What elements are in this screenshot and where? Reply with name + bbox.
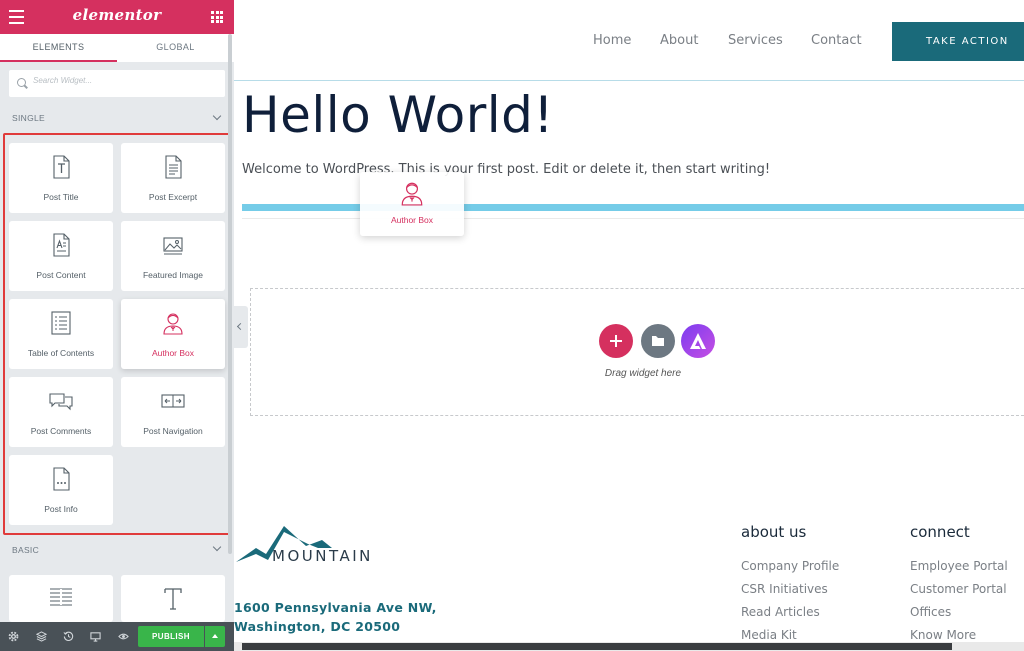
footer-logo-text: MOUNTAIN	[272, 547, 373, 565]
nav-home[interactable]: Home	[593, 33, 631, 48]
elementor-logo: elementor	[72, 6, 162, 24]
panel-header: elementor	[0, 0, 234, 34]
folder-icon	[652, 336, 664, 346]
featured-image-icon	[163, 237, 183, 255]
widget-label: Author Box	[151, 348, 195, 358]
nav-about[interactable]: About	[660, 33, 698, 48]
collapse-panel-button[interactable]	[234, 306, 248, 348]
footer-link-media-kit[interactable]: Media Kit	[741, 628, 797, 642]
dragging-author-box-widget[interactable]: Author Box	[360, 172, 464, 236]
footer-link-company-profile[interactable]: Company Profile	[741, 559, 839, 573]
widget-post-navigation[interactable]: Post Navigation	[121, 377, 225, 447]
chevron-down-icon[interactable]	[212, 542, 222, 552]
widget-post-comments[interactable]: Post Comments	[9, 377, 113, 447]
widget-post-info[interactable]: Post Info	[9, 455, 113, 525]
table-of-contents-icon	[51, 311, 71, 335]
navigator-icon[interactable]	[36, 631, 47, 642]
widget-label: Post Excerpt	[148, 192, 198, 202]
post-navigation-icon	[161, 394, 185, 408]
widget-post-content[interactable]: Post Content	[9, 221, 113, 291]
search-widget-box	[9, 70, 225, 97]
publish-button[interactable]: PUBLISH	[138, 626, 204, 647]
drop-zone-text: Drag widget here	[604, 368, 682, 379]
widget-featured-image[interactable]: Featured Image	[121, 221, 225, 291]
dragging-widget-label: Author Box	[390, 215, 434, 225]
nav-contact[interactable]: Contact	[811, 33, 862, 48]
elementor-panel: elementor ELEMENTS GLOBAL SINGLE Post Ti…	[0, 0, 234, 651]
take-action-button[interactable]: TAKE ACTION	[892, 22, 1024, 61]
post-excerpt: Welcome to WordPress. This is your first…	[242, 162, 771, 177]
page-preview: Home About Services Contact TAKE ACTION …	[234, 0, 1024, 651]
post-excerpt-icon	[165, 155, 182, 179]
widget-label: Post Navigation	[143, 426, 203, 436]
footer-link-know-more[interactable]: Know More	[910, 628, 976, 642]
chevron-down-icon[interactable]	[212, 111, 222, 121]
post-content-icon	[53, 233, 70, 257]
astra-logo-icon	[690, 333, 706, 349]
post-title-icon	[53, 155, 70, 179]
about-us-title: about us	[741, 523, 807, 541]
settings-icon[interactable]	[8, 631, 19, 642]
widget-label: Table of Contents	[27, 348, 95, 358]
search-widget-input[interactable]	[33, 76, 213, 85]
panel-tabs: ELEMENTS GLOBAL	[0, 34, 234, 62]
footer-link-csr-initiatives[interactable]: CSR Initiatives	[741, 582, 828, 596]
add-section-button[interactable]	[599, 324, 633, 358]
publish-options-button[interactable]	[205, 626, 225, 647]
address-line-2: Washington, DC 20500	[234, 619, 401, 634]
drop-zone[interactable]: Drag widget here	[250, 288, 1024, 416]
preview-eye-icon[interactable]	[118, 631, 129, 642]
nav-services[interactable]: Services	[728, 33, 783, 48]
footer-address: 1600 Pennsylvania Ave NW, Washington, DC…	[234, 598, 437, 636]
section-basic-title[interactable]: BASIC	[12, 545, 39, 555]
text-editor-icon	[50, 588, 72, 606]
search-icon	[17, 78, 26, 87]
astra-templates-button[interactable]	[681, 324, 715, 358]
add-template-button[interactable]	[641, 324, 675, 358]
heading-icon	[164, 588, 182, 610]
widget-table-of-contents[interactable]: Table of Contents	[9, 299, 113, 369]
footer-link-read-articles[interactable]: Read Articles	[741, 605, 820, 619]
widget-label: Post Comments	[30, 426, 92, 436]
widget-heading[interactable]	[121, 575, 225, 622]
widget-author-box[interactable]: Author Box	[121, 299, 225, 369]
author-box-icon	[401, 182, 423, 206]
elementor-editor: elementor ELEMENTS GLOBAL SINGLE Post Ti…	[0, 0, 1024, 651]
post-info-icon	[53, 467, 70, 491]
widget-label: Post Content	[36, 270, 86, 280]
post-title: Hello World!	[242, 86, 554, 144]
widget-post-excerpt[interactable]: Post Excerpt	[121, 143, 225, 213]
widget-post-title[interactable]: Post Title	[9, 143, 113, 213]
responsive-mode-icon[interactable]	[90, 631, 101, 642]
footer-link-customer-portal[interactable]: Customer Portal	[910, 582, 1007, 596]
author-box-icon	[163, 313, 183, 335]
footer-link-offices[interactable]: Offices	[910, 605, 951, 619]
widgets-grid-icon[interactable]	[211, 11, 223, 23]
panel-footer: PUBLISH	[0, 622, 234, 651]
panel-scrollbar[interactable]	[228, 34, 232, 554]
widget-label: Post Title	[43, 192, 79, 202]
widget-text-editor[interactable]	[9, 575, 113, 622]
widget-label: Post Info	[44, 504, 78, 514]
tab-global[interactable]: GLOBAL	[117, 34, 234, 62]
history-icon[interactable]	[63, 631, 74, 642]
horizontal-scrollbar[interactable]	[234, 642, 1024, 651]
section-single-title[interactable]: SINGLE	[12, 113, 45, 123]
post-comments-icon	[49, 393, 73, 411]
scrollbar-thumb[interactable]	[242, 643, 952, 650]
header-divider	[234, 80, 1024, 81]
connect-title: connect	[910, 523, 970, 541]
address-line-1: 1600 Pennsylvania Ave NW,	[234, 600, 437, 615]
tab-elements[interactable]: ELEMENTS	[0, 34, 117, 62]
widget-label: Featured Image	[142, 270, 203, 280]
footer-link-employee-portal[interactable]: Employee Portal	[910, 559, 1008, 573]
